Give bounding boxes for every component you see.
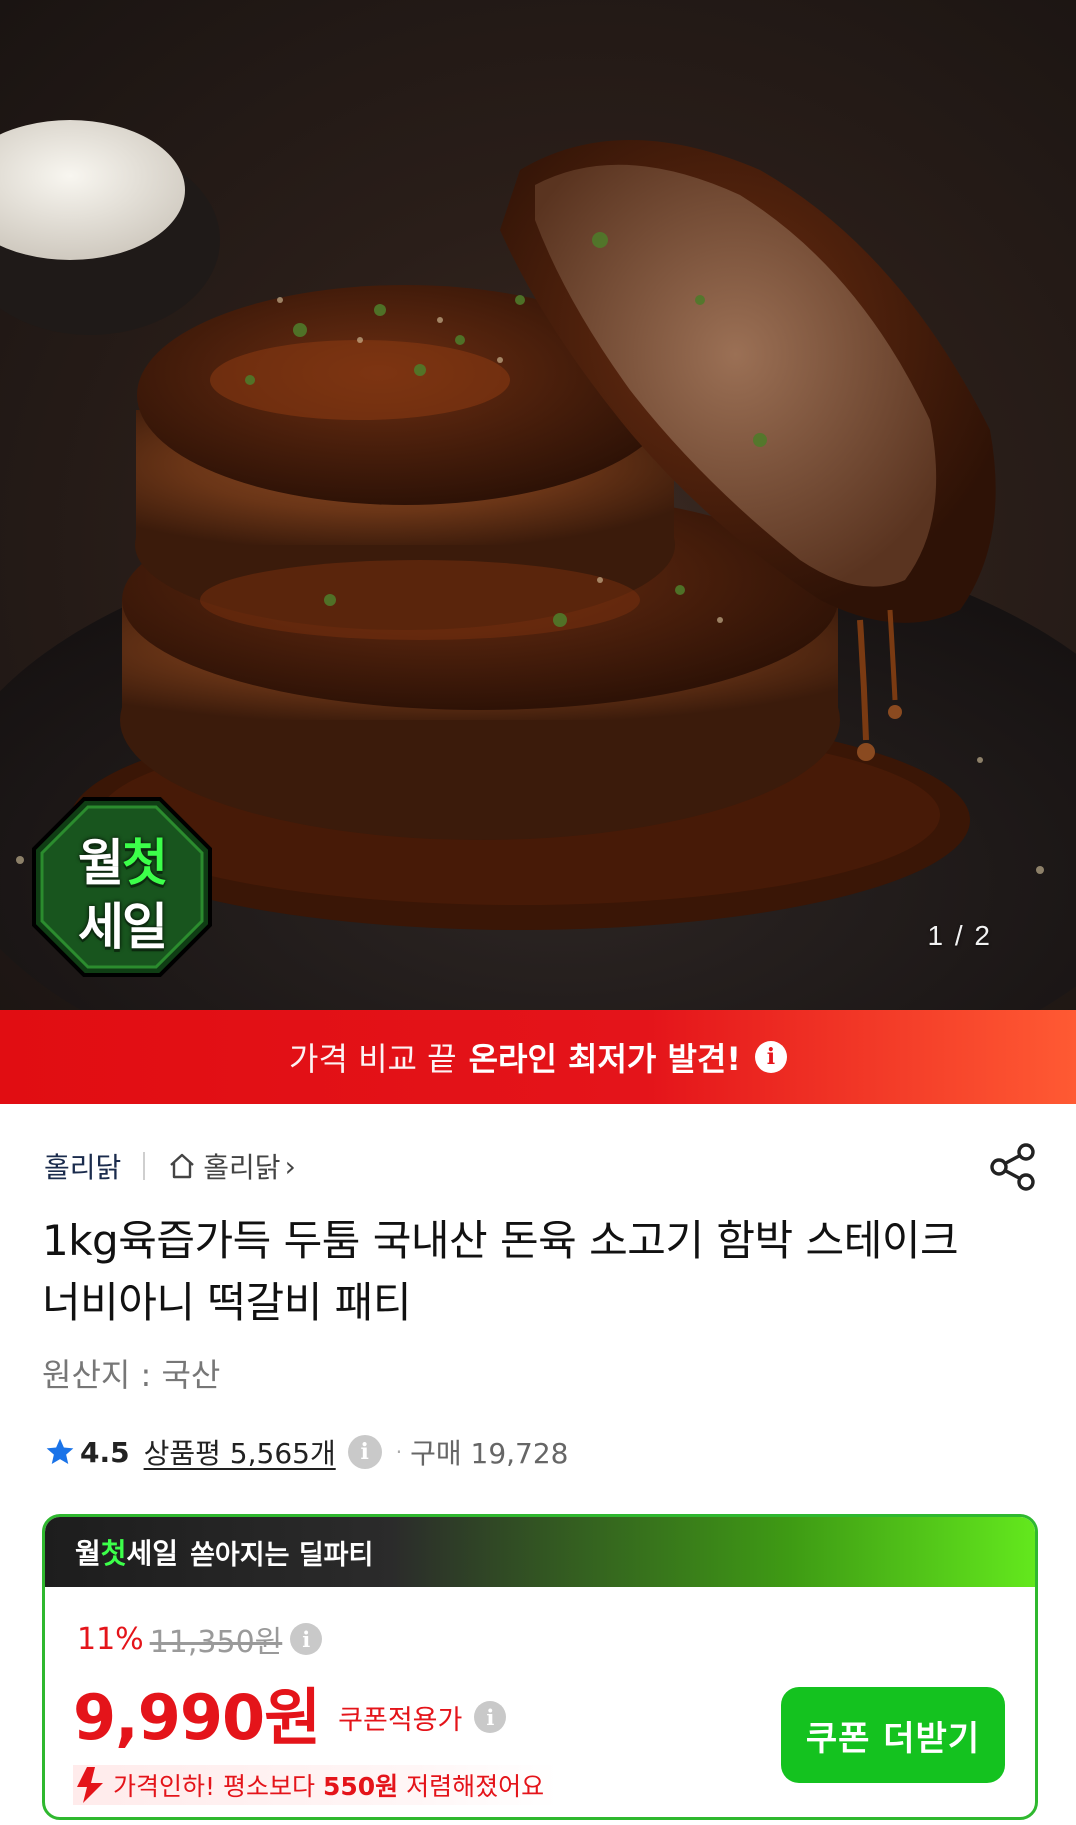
lowest-price-banner[interactable]: 가격 비교 끝 온라인 최저가 발견! i xyxy=(0,1010,1076,1104)
deal-header: 월 첫 세일 쏟아지는 딜파티 xyxy=(45,1517,1035,1587)
product-image[interactable]: 월첫 세일 1 / 2 xyxy=(0,0,1076,1010)
product-origin: 원산지 : 국산 xyxy=(42,1356,221,1394)
monthly-sale-badge: 월첫 세일 xyxy=(30,795,214,979)
home-icon xyxy=(170,1153,195,1179)
get-more-coupons-button[interactable]: 쿠폰 더받기 xyxy=(781,1687,1005,1783)
discount-percent: 11% xyxy=(77,1621,144,1657)
reviews-link[interactable]: 상품평 5,565개 xyxy=(144,1432,336,1472)
star-icon xyxy=(46,1438,74,1464)
coupon-price-label: 쿠폰적용가 xyxy=(338,1704,463,1736)
sale-price-row: 9,990원 쿠폰적용가 i xyxy=(73,1667,507,1757)
info-icon[interactable]: i xyxy=(474,1701,507,1733)
deal-header-sub: 쏟아지는 딜파티 xyxy=(190,1539,374,1571)
separator-dot: · xyxy=(395,1440,403,1464)
product-title: 1kg육즙가득 두툼 국내산 돈육 소고기 함박 스테이크 너비아니 떡갈비 패… xyxy=(42,1216,959,1327)
purchase-count: 구매 19,728 xyxy=(410,1437,569,1470)
store-link[interactable]: 홀리닭 › xyxy=(167,1146,296,1186)
banner-text-light: 가격 비교 끝 xyxy=(289,1040,457,1078)
banner-text-bold: 온라인 최저가 발견! xyxy=(468,1040,741,1078)
info-icon[interactable]: i xyxy=(754,1041,787,1073)
price-drop-notice: 가격인하! 평소보다 550원 저렴해졌어요 xyxy=(73,1765,559,1805)
store-name: 홀리닭 xyxy=(203,1151,281,1184)
deal-card: 월 첫 세일 쏟아지는 딜파티 11% 11,350원 i 9,990원 쿠폰적용가… xyxy=(42,1514,1038,1820)
rating-row: 4.5 상품평 5,565개 i · 구매 19,728 xyxy=(44,1432,568,1472)
original-price: 11,350원 xyxy=(149,1625,283,1660)
price-down-arrow-icon xyxy=(77,1767,103,1803)
seller-row: 홀리닭 홀리닭 › xyxy=(44,1146,296,1186)
share-icon xyxy=(990,1143,1035,1191)
image-page-indicator: 1 / 2 xyxy=(927,920,992,951)
share-button[interactable] xyxy=(986,1140,1040,1194)
info-icon[interactable]: i xyxy=(290,1623,323,1655)
seller-name-link[interactable]: 홀리닭 xyxy=(44,1146,121,1186)
divider xyxy=(143,1152,146,1180)
chevron-right-icon: › xyxy=(284,1149,296,1183)
rating-score: 4.5 xyxy=(80,1435,130,1469)
original-price-row: 11% 11,350원 i xyxy=(77,1617,323,1661)
info-icon[interactable]: i xyxy=(347,1435,382,1469)
sale-price: 9,990원 xyxy=(73,1681,321,1754)
